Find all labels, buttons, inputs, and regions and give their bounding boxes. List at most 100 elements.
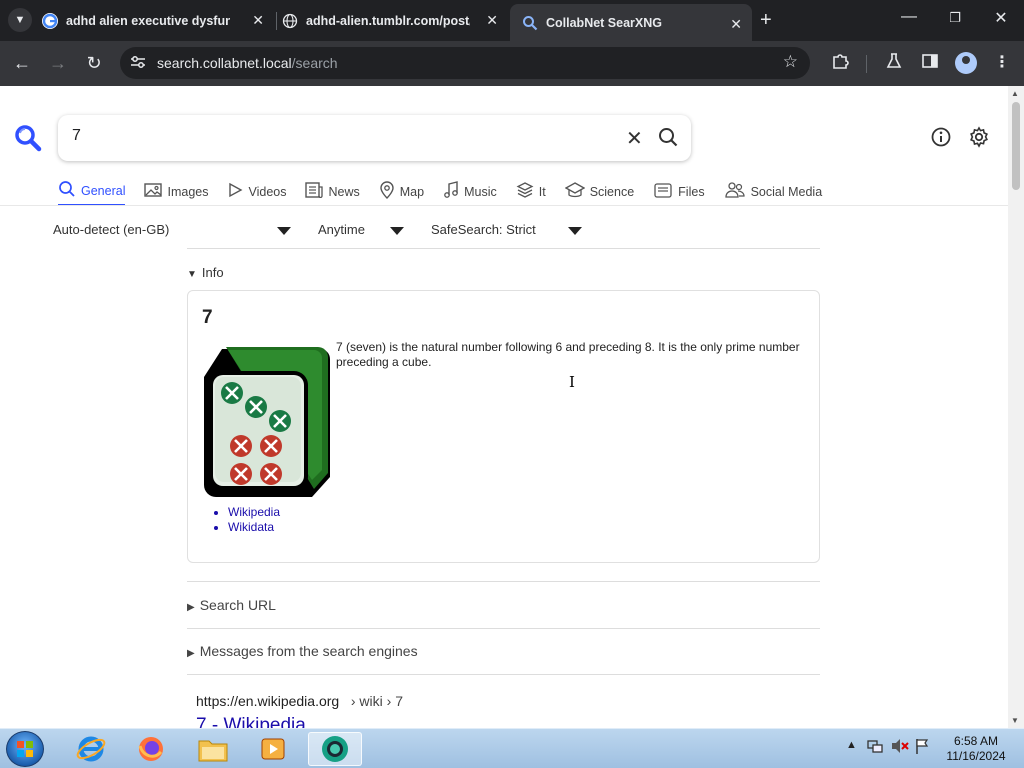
address-url: search.collabnet.local/search [157,55,338,71]
clear-search-icon[interactable]: ✕ [626,126,643,151]
show-hidden-icons-icon[interactable]: ▲ [846,739,857,751]
clock-date: 11/16/2024 [946,749,1006,763]
tab-it[interactable]: It [516,178,546,206]
new-tab-icon[interactable]: + [760,9,772,32]
tab-map[interactable]: Map [379,178,424,206]
time-range-value: Anytime [318,222,365,237]
infobox-links: Wikipedia Wikidata [228,505,280,535]
divider [187,674,820,675]
infobox-description: 7 (seven) is the natural number followin… [336,340,800,369]
url-path: /search [291,55,338,71]
tab-label: Images [167,185,209,199]
chrome-like-browser-icon[interactable] [308,732,362,766]
tab-news[interactable]: News [305,178,360,206]
result-title-link[interactable]: 7 - Wikipedia [196,715,306,728]
side-panel-icon[interactable] [919,52,941,74]
layers-icon [516,181,534,203]
play-icon [227,182,243,202]
tab-general[interactable]: General [58,178,126,206]
tab-label: Music [464,185,497,199]
tab-music[interactable]: Music [443,178,497,206]
firefox-icon[interactable] [124,732,178,766]
page-scrollbar[interactable]: ▲ ▼ [1008,86,1024,728]
wikipedia-link[interactable]: Wikipedia [228,505,280,520]
tab-label: Science [589,185,635,199]
wikidata-link[interactable]: Wikidata [228,520,280,535]
close-tab-icon[interactable]: ✕ [730,16,742,33]
site-info-icon[interactable] [130,55,146,72]
triangle-right-icon: ▶ [187,602,195,613]
file-explorer-icon[interactable] [186,732,240,766]
chevron-down-icon [277,227,291,235]
searxng-logo-icon[interactable] [14,124,42,157]
triangle-down-icon: ▼ [187,269,197,280]
media-player-icon[interactable] [246,732,300,766]
language-value: Auto-detect (en-GB) [53,222,170,237]
tab-2[interactable]: adhd-alien.tumblr.com/post/6 ✕ [282,0,508,41]
search-submit-icon[interactable] [658,127,678,152]
result-url-crumb: › wiki › 7 [350,693,403,709]
globe-icon [282,13,298,29]
internet-explorer-icon[interactable] [64,732,118,766]
newspaper-icon [305,182,324,202]
engine-messages-toggle[interactable]: ▶ Messages from the search engines [187,643,418,659]
url-host: search.collabnet.local [157,55,292,71]
divider [187,248,820,249]
tab-3[interactable]: CollabNet SearXNG ✕ [510,4,752,41]
info-toggle[interactable]: ▼ Info [187,265,224,280]
reload-icon[interactable]: ↻ [82,51,106,75]
system-clock[interactable]: 6:58 AM 11/16/2024 [938,734,1014,764]
settings-gear-icon[interactable] [968,126,990,148]
forward-arrow-icon[interactable]: → [46,51,70,75]
safesearch-select[interactable]: SafeSearch: Strict [431,222,582,237]
chevron-down-icon [390,227,404,235]
close-window-icon[interactable]: ✕ [986,8,1016,28]
scroll-down-icon[interactable]: ▼ [1011,716,1019,725]
scroll-up-icon[interactable]: ▲ [1011,89,1019,98]
tab-social-media[interactable]: Social Media [724,178,822,206]
infobox: 7 7 (seven) is the natural number follow… [187,290,820,563]
restore-icon[interactable]: ❐ [940,10,970,26]
bookmark-star-icon[interactable]: ☆ [783,52,798,72]
close-tab-icon[interactable]: ✕ [252,12,264,29]
search-input[interactable] [72,127,612,145]
search-icon [58,180,76,202]
triangle-right-icon: ▶ [187,648,195,659]
tab-title: adhd-alien.tumblr.com/post/6 [306,13,470,28]
network-icon[interactable] [866,737,884,758]
address-bar[interactable]: search.collabnet.local/search ☆ [120,47,810,79]
language-select[interactable]: Auto-detect (en-GB) [53,222,291,237]
tab-images[interactable]: Images [144,178,208,206]
windows-taskbar: ▲ 6:58 AM 11/16/2024 [0,728,1024,768]
tab-title: CollabNet SearXNG [546,15,663,30]
result-url-host: https://en.wikipedia.org [196,693,340,709]
more-menu-icon[interactable]: ⋮ [991,52,1013,74]
divider [187,628,820,629]
divider [187,581,820,582]
search-url-toggle[interactable]: ▶ Search URL [187,597,276,613]
time-range-select[interactable]: Anytime [318,222,404,237]
volume-muted-icon[interactable] [890,737,910,758]
tab-videos[interactable]: Videos [227,178,286,206]
infobox-title: 7 [202,307,213,328]
close-tab-icon[interactable]: ✕ [486,12,498,29]
action-center-flag-icon[interactable] [914,737,930,758]
scroll-thumb[interactable] [1012,102,1020,190]
tab-science[interactable]: Science [564,178,635,206]
tab-files[interactable]: Files [653,178,705,206]
info-icon[interactable] [930,126,952,148]
profile-avatar-icon[interactable] [955,52,977,74]
search-url-label: Search URL [199,597,276,613]
minimize-icon[interactable]: — [894,8,924,26]
tab-search-chevron-icon[interactable]: ▼ [8,8,32,32]
extensions-puzzle-icon[interactable] [829,52,851,74]
file-tray-icon [653,181,673,203]
category-divider [0,205,1008,206]
tab-1[interactable]: adhd alien executive dysfuncti ✕ [42,0,274,41]
browser-toolbar: ← → ↻ search.collabnet.local/search ☆ ⋮ [0,41,1024,86]
back-arrow-icon[interactable]: ← [10,51,34,75]
tab-label: Videos [248,185,287,199]
labs-flask-icon[interactable] [883,52,905,74]
start-button-icon[interactable] [6,731,44,767]
result-url[interactable]: https://en.wikipedia.org › wiki › 7 [196,693,403,709]
